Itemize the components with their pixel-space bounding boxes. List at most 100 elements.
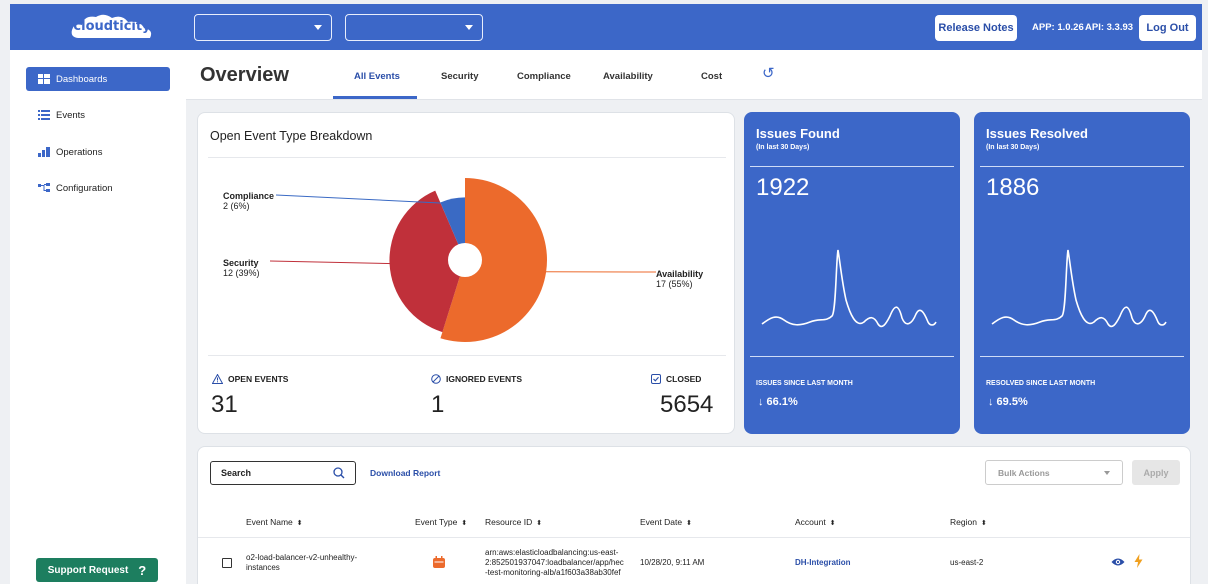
release-notes-button[interactable]: Release Notes — [935, 15, 1017, 41]
divider — [208, 355, 726, 356]
sidebar-item-label: Dashboards — [56, 73, 108, 85]
chevron-down-icon — [1104, 471, 1110, 475]
issues-found-card[interactable]: Issues Found (In last 30 Days) 1922 ISSU… — [744, 112, 960, 434]
ignored-events-label: IGNORED EVENTS — [431, 374, 522, 384]
app-version: APP: 1.0.26 — [1032, 22, 1084, 33]
column-header-account[interactable]: Account ⬍ — [795, 517, 836, 527]
event-date-cell: 10/28/20, 9:11 AM — [640, 558, 705, 567]
account-link[interactable]: DH-Integration — [795, 558, 851, 568]
event-name-cell[interactable]: o2-load-balancer-v2-unhealthy- instances — [246, 553, 357, 573]
ignored-events-count: 1 — [431, 391, 445, 418]
question-icon: ? — [138, 562, 147, 578]
logout-button[interactable]: Log Out — [1139, 15, 1196, 41]
issues-change: ↓ 66.1% — [758, 396, 798, 408]
slice-name: Security — [223, 258, 259, 268]
issues-found-subtitle: (In last 30 Days) — [756, 144, 810, 151]
slice-value: 17 (55%) — [656, 279, 693, 289]
column-header-region[interactable]: Region ⬍ — [950, 517, 987, 527]
issues-found-value: 1922 — [756, 174, 810, 201]
resource-id-cell: arn:aws:elasticloadbalancing:us-east- 2:… — [485, 548, 624, 577]
sort-icon: ⬍ — [829, 520, 836, 527]
chevron-down-icon — [465, 25, 473, 30]
divider — [980, 166, 1184, 167]
cloudticity-logo[interactable]: cloudticity — [66, 10, 158, 42]
organization-select[interactable] — [194, 14, 332, 41]
closed-events-count: 5654 — [660, 391, 714, 418]
sidebar-item-label: Configuration — [56, 182, 113, 194]
dashboard-icon — [38, 74, 50, 84]
pie-label-availability: Availability 17 (55%) — [656, 269, 703, 289]
sidebar-item-operations[interactable]: Operations — [26, 140, 170, 164]
resolved-change: ↓ 69.5% — [988, 396, 1028, 408]
divider — [980, 356, 1184, 357]
tab-cost[interactable]: Cost — [701, 71, 722, 82]
slice-value: 2 (6%) — [223, 201, 250, 211]
column-header-event-name[interactable]: Event Name ⬍ — [246, 517, 303, 527]
event-type-breakdown-card: Open Event Type Breakdown Compliance 2 (… — [197, 112, 735, 434]
bulk-actions-select[interactable]: Bulk Actions — [985, 460, 1123, 485]
support-request-label: Support Request — [47, 564, 129, 576]
sidebar-item-label: Events — [56, 109, 86, 121]
row-checkbox[interactable] — [222, 558, 232, 568]
search-placeholder: Search — [221, 468, 252, 478]
column-header-event-type[interactable]: Event Type ⬍ — [415, 517, 467, 527]
issues-resolved-card[interactable]: Issues Resolved (In last 30 Days) 1886 R… — [974, 112, 1190, 434]
column-header-resource-id[interactable]: Resource ID ⬍ — [485, 517, 542, 527]
search-icon[interactable] — [333, 467, 345, 479]
slice-value: 12 (39%) — [223, 268, 260, 278]
bar-chart-icon — [38, 147, 50, 157]
hierarchy-icon — [38, 183, 50, 192]
list-icon — [38, 110, 50, 120]
issues-resolved-subtitle: (In last 30 Days) — [986, 144, 1040, 151]
refresh-icon[interactable]: ↺ — [762, 64, 775, 82]
tab-all-events[interactable]: All Events — [354, 71, 400, 82]
sidebar: Dashboards Events Operations Configurati… — [10, 50, 186, 584]
tab-security[interactable]: Security — [441, 71, 479, 82]
open-events-count: 31 — [211, 391, 238, 418]
page-header: Overview All Events Security Compliance … — [186, 50, 1202, 100]
issues-resolved-sparkline — [991, 249, 1167, 328]
column-header-event-date[interactable]: Event Date ⬍ — [640, 517, 692, 527]
chevron-down-icon — [314, 25, 322, 30]
issues-resolved-title: Issues Resolved — [986, 126, 1088, 141]
lightning-icon[interactable] — [1134, 554, 1143, 568]
open-events-label: OPEN EVENTS — [212, 374, 288, 384]
active-tab-indicator — [333, 96, 417, 99]
region-cell: us-east-2 — [950, 558, 984, 567]
tab-availability[interactable]: Availability — [603, 71, 653, 82]
api-version: API: 3.3.93 — [1085, 22, 1134, 33]
download-report-link[interactable]: Download Report — [370, 468, 440, 478]
pie-center-hole — [448, 243, 482, 277]
sort-icon: ⬍ — [536, 520, 543, 527]
sidebar-item-dashboards[interactable]: Dashboards — [26, 67, 170, 91]
eye-icon[interactable] — [1111, 557, 1125, 567]
sort-icon: ⬍ — [296, 520, 303, 527]
issues-found-title: Issues Found — [756, 126, 840, 141]
page-title: Overview — [200, 64, 289, 86]
slice-name: Availability — [656, 269, 704, 279]
sidebar-item-configuration[interactable]: Configuration — [26, 176, 170, 200]
issues-resolved-value: 1886 — [986, 174, 1040, 201]
warning-icon — [212, 374, 223, 384]
issues-found-sparkline — [761, 249, 937, 328]
account-select[interactable] — [345, 14, 483, 41]
issues-since-label: ISSUES SINCE LAST MONTH — [756, 380, 853, 387]
pie-label-compliance: Compliance 2 (6%) — [223, 191, 274, 211]
events-table-card: Search Download Report Bulk Actions Appl… — [197, 446, 1191, 584]
search-input[interactable]: Search — [210, 461, 356, 485]
checkbox-checked-icon — [651, 374, 661, 384]
tab-compliance[interactable]: Compliance — [517, 71, 571, 82]
ban-icon — [431, 374, 441, 384]
sort-icon: ⬍ — [686, 520, 692, 527]
logo-text: cloudticity — [73, 19, 151, 34]
top-bar: cloudticity Release Notes APP: 1.0.26 AP… — [10, 4, 1202, 50]
sort-icon: ⬍ — [980, 520, 987, 527]
sort-icon: ⬍ — [461, 520, 468, 527]
support-request-button[interactable]: Support Request ? — [36, 558, 158, 582]
leader-line-security — [269, 260, 394, 265]
event-type-pie-chart — [269, 178, 657, 342]
sidebar-item-label: Operations — [56, 146, 103, 158]
divider — [750, 166, 954, 167]
apply-button[interactable]: Apply — [1132, 460, 1180, 485]
sidebar-item-events[interactable]: Events — [26, 103, 170, 127]
